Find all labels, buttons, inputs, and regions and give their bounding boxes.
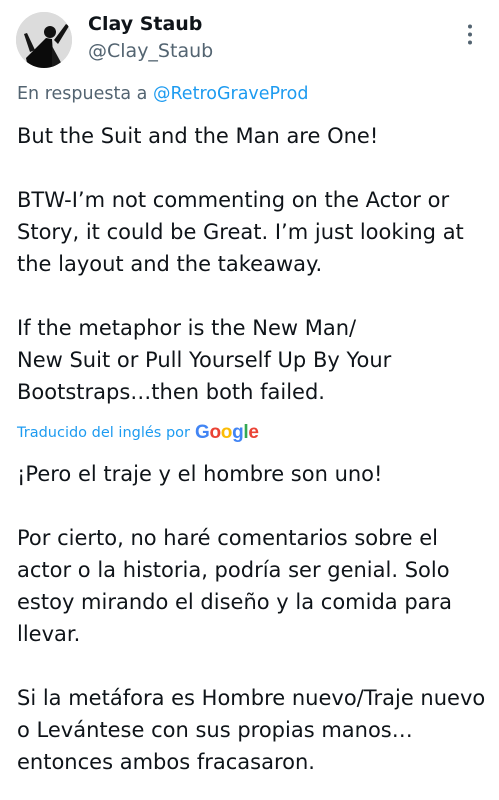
avatar-photo	[16, 12, 72, 68]
google-logo-letter: o	[209, 422, 221, 443]
google-logo: Google	[195, 422, 259, 444]
google-logo-letter: e	[248, 422, 259, 443]
reply-mention-link[interactable]: @RetroGraveProd	[153, 84, 309, 104]
handle[interactable]: @Clay_Staub	[88, 40, 213, 62]
reply-prefix: En respuesta a	[17, 84, 153, 104]
google-logo-letter: o	[220, 422, 233, 443]
display-name[interactable]: Clay Staub	[88, 13, 202, 35]
translated-tweet-text: ¡Pero el traje y el hombre son uno! Por …	[17, 462, 486, 774]
reply-context: En respuesta a @RetroGraveProd	[17, 84, 308, 104]
avatar[interactable]	[16, 12, 72, 68]
translation-label: Traducido del inglés por	[17, 425, 190, 441]
tweet-text: But the Suit and the Man are One! BTW-I’…	[17, 124, 464, 404]
translation-credit[interactable]: Traducido del inglés por Google	[17, 420, 259, 446]
more-options-button[interactable]	[458, 20, 482, 50]
google-logo-letter: G	[195, 422, 210, 443]
google-logo-letter: g	[232, 422, 244, 443]
more-vertical-icon	[468, 24, 472, 45]
